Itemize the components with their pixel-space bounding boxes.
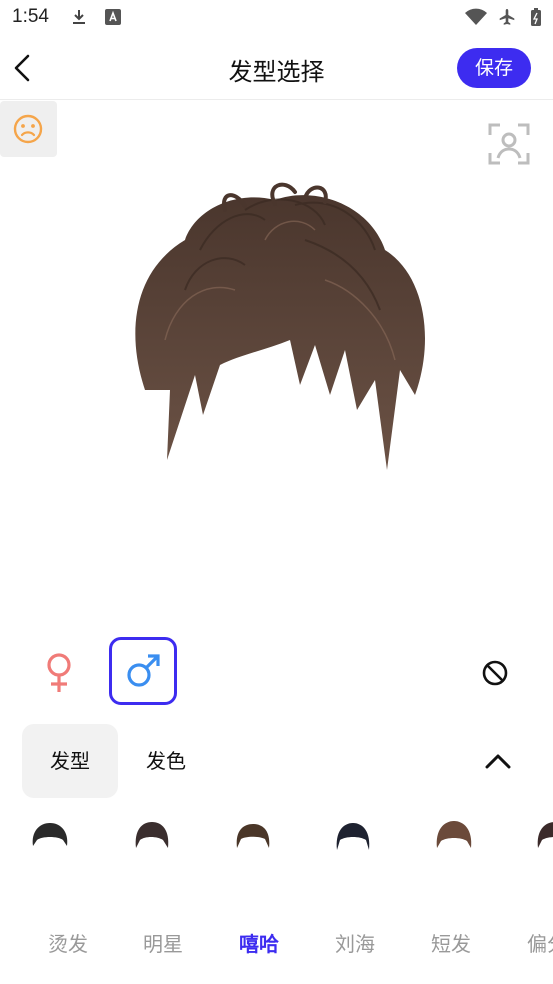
category-item-active[interactable]: 嘻哈 xyxy=(239,928,279,957)
male-icon xyxy=(127,654,160,687)
tab-hairstyle[interactable]: 发型 xyxy=(22,724,118,798)
header-divider xyxy=(0,99,553,100)
hairstyle-thumb-image xyxy=(436,821,472,848)
face-scan-icon[interactable] xyxy=(487,122,531,166)
hairstyle-thumb-image xyxy=(32,823,68,846)
hairstyle-thumb[interactable] xyxy=(228,812,278,862)
hairstyle-thumb[interactable] xyxy=(126,812,176,862)
save-button[interactable]: 保存 xyxy=(457,48,531,88)
chevron-up-icon[interactable] xyxy=(482,748,514,774)
category-item[interactable]: 明星 xyxy=(143,928,183,957)
hairstyle-thumb[interactable] xyxy=(25,812,75,862)
category-item[interactable]: 偏分 xyxy=(527,928,553,957)
hairstyle-thumb-image xyxy=(135,822,169,848)
hairstyle-thumb-image xyxy=(537,822,553,848)
battery-icon xyxy=(531,8,541,26)
no-hair-icon[interactable] xyxy=(478,656,512,690)
status-time: 1:54 xyxy=(12,6,49,27)
hair-preview-image xyxy=(135,182,426,470)
hairstyle-thumb-image xyxy=(336,823,370,850)
download-icon xyxy=(73,10,85,24)
wifi-icon xyxy=(465,8,487,25)
hairstyle-thumb[interactable] xyxy=(429,812,479,862)
hairstyle-thumb[interactable] xyxy=(328,812,378,862)
female-icon[interactable] xyxy=(38,650,80,696)
hairstyle-thumb-image xyxy=(236,824,270,848)
app-notification-icon xyxy=(105,9,121,25)
category-item[interactable]: 刘海 xyxy=(335,928,375,957)
sad-face-icon xyxy=(13,114,43,144)
face-select-button[interactable] xyxy=(0,101,57,157)
category-item[interactable]: 短发 xyxy=(431,928,471,957)
male-toggle[interactable] xyxy=(109,637,177,705)
hairstyle-thumb[interactable] xyxy=(530,812,553,862)
airplane-mode-icon xyxy=(499,9,515,25)
tab-hair-color[interactable]: 发色 xyxy=(124,724,208,798)
category-item[interactable]: 烫发 xyxy=(48,928,88,957)
